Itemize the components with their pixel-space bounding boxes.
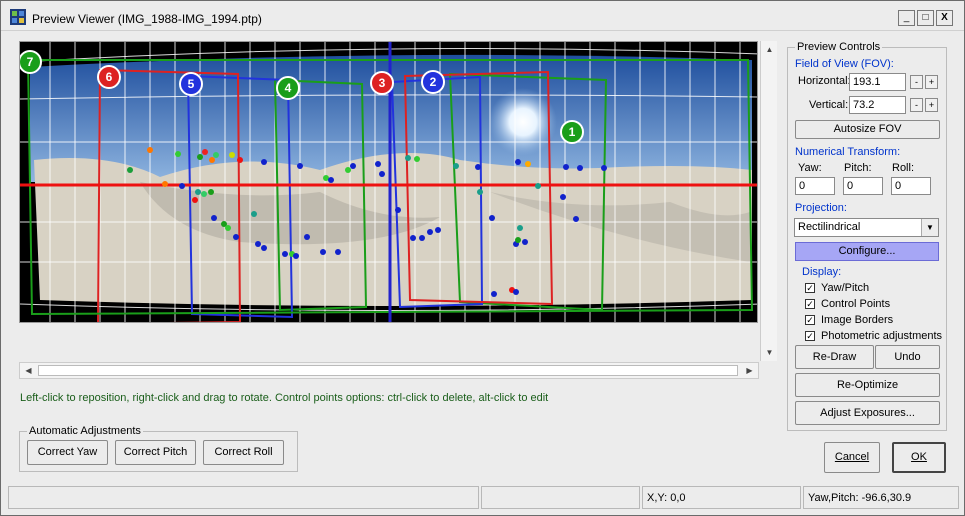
yaw-input[interactable]: 0: [795, 177, 835, 195]
image-marker-6-label: 6: [105, 70, 113, 84]
projection-label: Projection:: [795, 202, 847, 214]
configure-button[interactable]: Configure...: [795, 242, 939, 261]
horizontal-decrease-button[interactable]: -: [910, 75, 923, 89]
vertical-fov-input[interactable]: 73.2: [849, 96, 906, 114]
minimize-button[interactable]: _: [898, 10, 915, 26]
yaw-pitch-checkbox[interactable]: ✓: [805, 283, 815, 293]
automatic-adjustments-label: Automatic Adjustments: [27, 425, 143, 437]
preview-viewer-window: Preview Viewer (IMG_1988-IMG_1994.ptp) _…: [0, 0, 965, 516]
scroll-right-icon[interactable]: ▶: [742, 363, 757, 378]
roll-label: Roll:: [892, 162, 915, 174]
scroll-down-icon[interactable]: ▼: [762, 345, 777, 360]
panorama-preview[interactable]: 1 2 3 4 5 6 7: [19, 41, 758, 323]
control-points-checkbox[interactable]: ✓: [805, 299, 815, 309]
image-marker-3-label: 3: [378, 76, 386, 90]
horizontal-scrollbar[interactable]: ◀ ▶: [19, 362, 759, 379]
instruction-hint: Left-click to reposition, right-click an…: [20, 392, 549, 404]
undo-button[interactable]: Undo: [875, 345, 940, 369]
app-icon: [10, 9, 26, 25]
pitch-input[interactable]: 0: [843, 177, 883, 195]
photometric-label: Photometric adjustments: [821, 330, 943, 342]
image-marker-4[interactable]: 4: [276, 76, 300, 103]
display-label: Display:: [802, 266, 842, 278]
maximize-button[interactable]: □: [917, 10, 934, 26]
close-button[interactable]: X: [936, 10, 953, 26]
scroll-left-icon[interactable]: ◀: [21, 363, 36, 378]
yaw-label: Yaw:: [798, 162, 822, 174]
horizontal-increase-button[interactable]: +: [925, 75, 938, 89]
vertical-scrollbar[interactable]: ▲ ▼: [760, 41, 777, 361]
scroll-up-icon[interactable]: ▲: [762, 42, 777, 57]
redraw-button[interactable]: Re-Draw: [795, 345, 874, 369]
roll-input[interactable]: 0: [891, 177, 931, 195]
adjust-exposures-button[interactable]: Adjust Exposures...: [795, 401, 940, 425]
correct-roll-button[interactable]: Correct Roll: [203, 440, 284, 465]
correct-yaw-button[interactable]: Correct Yaw: [27, 440, 108, 465]
image-marker-6[interactable]: 6: [97, 65, 121, 92]
projection-value: Rectilindrical: [798, 221, 861, 233]
preview-controls-label: Preview Controls: [795, 41, 883, 53]
numerical-transform-label: Numerical Transform:: [795, 146, 901, 158]
cancel-button[interactable]: Cancel: [824, 442, 880, 473]
image-marker-1-label: 1: [568, 125, 576, 139]
image-marker-1[interactable]: 1: [560, 120, 584, 147]
yaw-pitch-label: Yaw/Pitch: [821, 282, 870, 294]
vertical-decrease-button[interactable]: -: [910, 98, 923, 112]
image-marker-2[interactable]: 2: [421, 70, 445, 97]
scroll-thumb[interactable]: [38, 365, 738, 376]
image-marker-2-label: 2: [429, 75, 437, 89]
chevron-down-icon[interactable]: ▼: [921, 219, 938, 236]
image-marker-5-label: 5: [187, 77, 195, 91]
status-pane-1: [8, 486, 479, 509]
image-borders-checkbox[interactable]: ✓: [805, 315, 815, 325]
image-marker-4-label: 4: [284, 81, 292, 95]
image-borders-label: Image Borders: [821, 314, 894, 326]
vertical-increase-button[interactable]: +: [925, 98, 938, 112]
status-yaw-pitch: Yaw,Pitch: -96.6,30.9: [803, 486, 959, 509]
image-marker-5[interactable]: 5: [179, 72, 203, 99]
ok-button[interactable]: OK: [892, 442, 946, 473]
title-bar[interactable]: Preview Viewer (IMG_1988-IMG_1994.ptp) _…: [1, 1, 964, 31]
status-xy: X,Y: 0,0: [642, 486, 801, 509]
correct-pitch-button[interactable]: Correct Pitch: [115, 440, 196, 465]
horizontal-label: Horizontal:: [798, 75, 851, 87]
window-title: Preview Viewer (IMG_1988-IMG_1994.ptp): [32, 12, 262, 26]
image-marker-7[interactable]: 7: [20, 50, 42, 77]
control-points-label: Control Points: [821, 298, 891, 310]
projection-select[interactable]: Rectilindrical ▼: [794, 218, 939, 237]
image-marker-3[interactable]: 3: [370, 71, 394, 98]
pitch-label: Pitch:: [844, 162, 872, 174]
reoptimize-button[interactable]: Re-Optimize: [795, 373, 940, 397]
fov-label: Field of View (FOV):: [795, 58, 894, 70]
sun: [489, 88, 557, 156]
status-pane-2: [481, 486, 640, 509]
photometric-checkbox[interactable]: ✓: [805, 331, 815, 341]
horizontal-fov-input[interactable]: 193.1: [849, 73, 906, 91]
vertical-label: Vertical:: [809, 99, 849, 111]
image-marker-7-label: 7: [26, 55, 34, 69]
autosize-fov-button[interactable]: Autosize FOV: [795, 120, 940, 139]
